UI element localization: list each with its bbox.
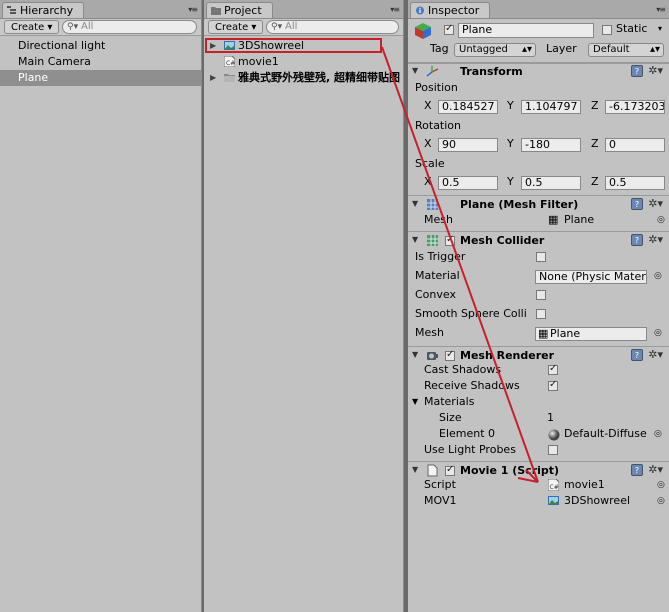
annotation-drag-arrow — [381, 46, 539, 483]
